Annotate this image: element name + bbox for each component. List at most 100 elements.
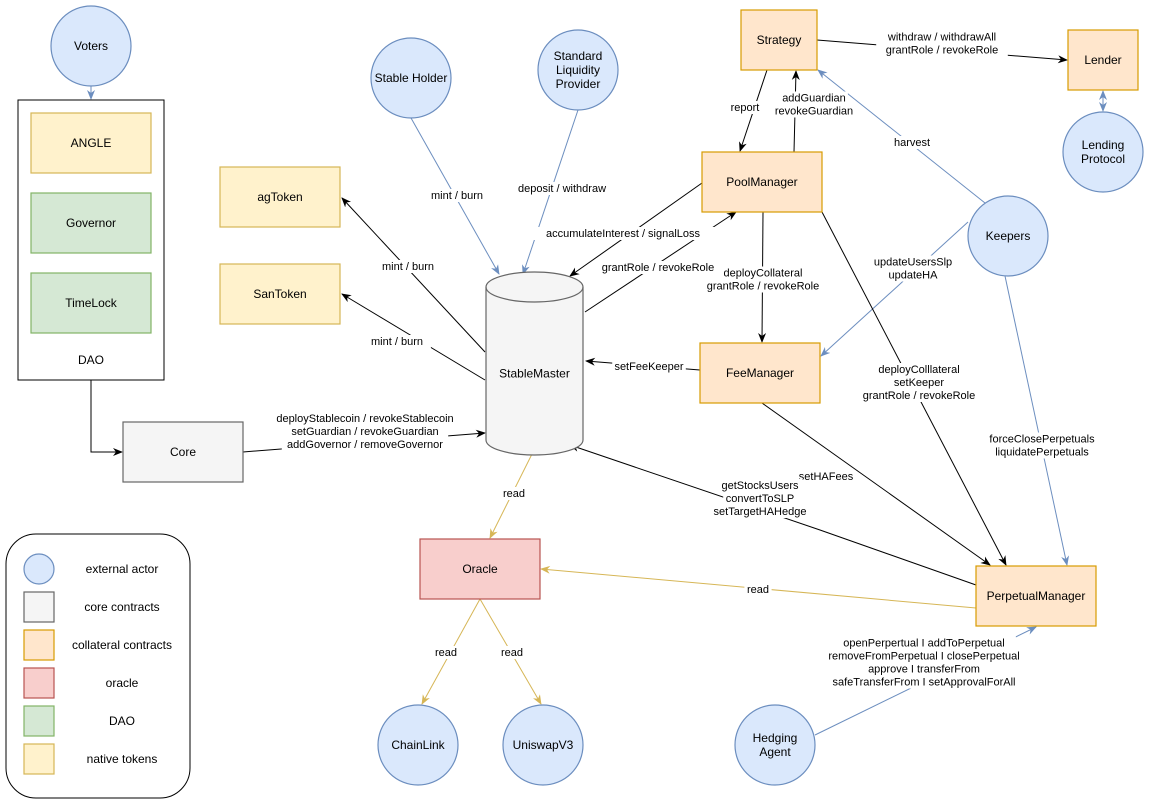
node-poolmanager[interactable]: PoolManager [701,151,823,213]
edge-label-oracle-chainlink: read [432,646,460,659]
node-stable-holder[interactable]: Stable Holder [370,37,452,119]
edge-label-core-stablemaster: deployStablecoin / revokeStablecoinsetGu… [261,412,469,451]
edge-label-line: report [731,102,760,114]
legend-swatch [23,667,55,699]
edge-label-feemanager-perpetualmanager: setHAFees [797,470,855,483]
node-slp[interactable]: StandardLiquidityProvider [537,29,619,111]
node-label: Core [170,445,196,459]
edge-label-stablemaster-agtoken: mint / burn [374,260,442,273]
edge-label-line: setKeeper [894,377,944,389]
legend-swatch [23,705,55,737]
legend-swatch [23,591,55,623]
edge-label-oracle-uniswapv3: read [498,646,526,659]
edge-label-line: read [501,647,523,659]
edge-label-stablemaster-oracle: read [500,487,528,500]
node-label: StableMaster [499,367,570,381]
edge-label-line: mint / burn [371,336,423,348]
edge-label-line: read [503,488,525,500]
edge-label-keepers-perpetualmanager: forceClosePerpetualsliquidatePerpetuals [982,432,1102,459]
architecture-diagram: DAO Voters ANGLE Governor TimeLock Core Stable… [5,5,1144,799]
edge-keepers-perpetualmanager [1004,275,1070,566]
legend-swatch [23,629,55,661]
edge-label-strategy-poolmanager: report [725,101,765,114]
node-angle[interactable]: ANGLE [30,112,152,174]
legend-swatch-circle [23,553,55,585]
edge-label-line: grantRole / revokeRole [863,390,976,402]
node-timelock[interactable]: TimeLock [30,272,152,334]
edge-label-line: removeFromPerpetual I closePerpetual [828,651,1019,663]
edge-label-holder-stablemaster: mint / burn [423,189,491,202]
node-label: Keepers [986,229,1031,243]
legend-label: oracle [106,676,139,690]
edge-label-poolmanager-stablemaster: accumulateInterest / signalLoss [531,227,715,240]
legend-label: native tokens [87,752,158,766]
node-label: Protocol [1081,152,1125,166]
edge-label-stablemaster-santoken: mint / burn [363,335,431,348]
node-santoken[interactable]: SanToken [219,263,341,325]
node-hedging-agent[interactable]: HedgingAgent [734,704,816,786]
edge-dao-core [90,380,123,456]
legend-label: external actor [86,562,159,576]
node-label: Governor [66,216,116,230]
node-voters[interactable]: Voters [50,5,132,87]
node-agtoken[interactable]: agToken [219,166,341,228]
edge-label-line: grantRole / revokeRole [707,281,820,293]
node-label: Lending [1082,138,1125,152]
node-label: Provider [556,77,601,91]
edge-label-poolmanager-feemanager: deployCollateralgrantRole / revokeRole [697,266,829,293]
edge-label-feemanager-stablemaster: setFeeKeeper [612,360,686,373]
legend: external actor core contracts collateral c… [5,533,191,799]
node-lending-protocol[interactable]: LendingProtocol [1062,111,1144,193]
node-label: DAO [78,353,104,367]
edge-label-line: updateHA [889,270,939,282]
edge-label-line: read [435,647,457,659]
node-feemanager[interactable]: FeeManager [699,342,821,404]
edge-label-line: updateUsersSlp [874,257,952,269]
legend-swatch [23,743,55,775]
node-core[interactable]: Core [122,421,244,483]
edge-label-line: grantRole / revokeRole [886,45,999,57]
node-perpetualmanager[interactable]: PerpetualManager [975,565,1097,627]
edge-label-line: convertToSLP [726,493,794,505]
node-label: PerpetualManager [987,589,1086,603]
edge-label-line: mint / burn [382,261,434,273]
edge-label-line: liquidatePerpetuals [995,447,1089,459]
node-label: FeeManager [726,366,794,380]
node-label: Agent [759,745,791,759]
legend-label: collateral contracts [72,638,172,652]
node-strategy[interactable]: Strategy [740,9,818,71]
edge-label-line: getStocksUsers [721,480,799,492]
edge-label-line: forceClosePerpetuals [989,434,1095,446]
node-keepers[interactable]: Keepers [967,195,1049,277]
edge-label-line: setTargetHAHedge [714,506,807,518]
edge-label-line: deployColllateral [878,364,959,376]
edge-label-keepers-strategy: harvest [889,136,935,149]
edge-label-line: harvest [894,137,930,149]
edge-keepers-feemanager [820,221,969,357]
edge-label-strategy-lender: withdraw / withdrawAllgrantRole / revoke… [876,30,1008,57]
edge-label-line: withdraw / withdrawAll [887,32,996,44]
edge-label-slp-stablemaster: deposit / withdraw [507,182,617,195]
node-chainlink[interactable]: ChainLink [377,704,459,786]
node-uniswapv3[interactable]: UniswapV3 [502,704,584,786]
edge-label-stablemaster-poolmanager: grantRole / revokeRole [592,261,724,274]
edge-label-line: grantRole / revokeRole [602,262,715,274]
node-governor[interactable]: Governor [30,192,152,254]
node-label: ChainLink [391,738,445,752]
edge-stablemaster-agtoken [341,197,486,353]
edge-label-line: safeTransferFrom I setApprovalForAll [833,677,1016,689]
edge-label-poolmanager-perpetualmanager: deployColllateralsetKeepergrantRole / re… [853,363,985,402]
node-label: Liquidity [556,63,600,77]
edge-label-line: setFeeKeeper [614,361,683,373]
node-label: ANGLE [71,136,112,150]
node-lender[interactable]: Lender [1067,29,1139,91]
node-oracle[interactable]: Oracle [419,538,541,600]
edge-label-perpetualmanager-oracle: read [744,583,772,596]
node-label: agToken [257,190,302,204]
node-label: Voters [74,39,108,53]
edge-label-line: addGovernor / removeGovernor [287,439,443,451]
edge-label-line: deployStablecoin / revokeStablecoin [276,413,453,425]
edge-label-line: deposit / withdraw [518,183,606,195]
node-stablemaster[interactable]: StableMaster [485,271,584,456]
edges-layer [87,39,1107,736]
